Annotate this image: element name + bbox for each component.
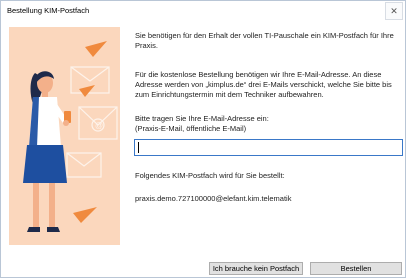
email-prompt-line1: Bitte tragen Sie Ihre E-Mail-Adresse ein…	[135, 114, 269, 123]
info-text: Für die kostenlose Bestellung benötigen …	[135, 70, 392, 99]
woman-figure	[23, 71, 71, 232]
order-button[interactable]: Bestellen	[310, 262, 402, 275]
kim-illustration: @	[9, 27, 120, 245]
window-title: Bestellung KIM-Postfach	[7, 6, 90, 15]
paper-plane-icon	[73, 41, 107, 223]
following-label: Folgendes KIM-Postfach wird für Sie best…	[135, 171, 285, 180]
close-icon: ✕	[390, 6, 398, 16]
envelope-icon: @	[66, 66, 118, 178]
email-field[interactable]	[134, 139, 403, 156]
kim-address: praxis.demo.727100000@elefant.kim.telema…	[135, 194, 292, 203]
text-caret	[138, 142, 139, 153]
intro-text: Sie benötigen für den Erhalt der vollen …	[135, 31, 394, 50]
email-prompt-line2: (Praxis-E-Mail, öffentliche E-Mail)	[135, 124, 247, 133]
svg-text:@: @	[95, 121, 103, 130]
title-bar: Bestellung KIM-Postfach ✕	[1, 1, 405, 23]
woman-with-phone-illustration: @	[23, 41, 118, 232]
kim-order-dialog: Bestellung KIM-Postfach ✕ @ Sie benötige…	[0, 0, 406, 278]
no-mailbox-button[interactable]: Ich brauche kein Postfach	[209, 262, 303, 275]
close-button[interactable]: ✕	[385, 2, 403, 20]
